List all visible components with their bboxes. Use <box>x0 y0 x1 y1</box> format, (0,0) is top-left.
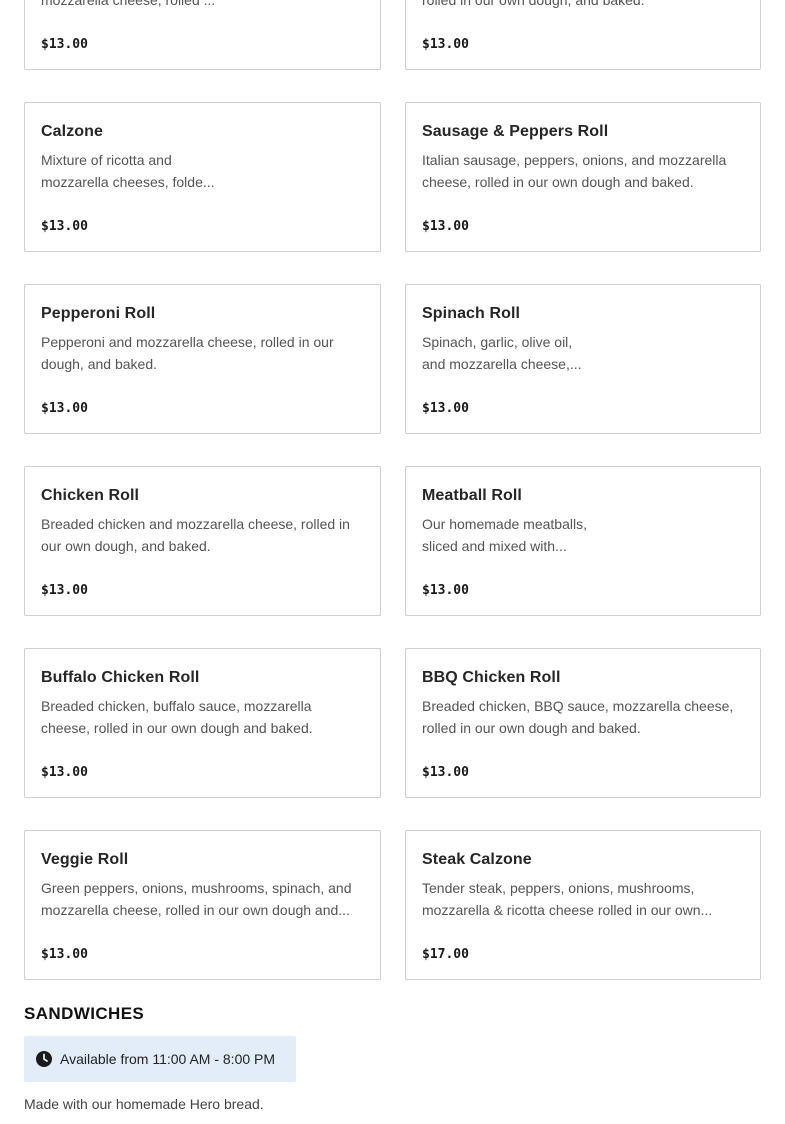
menu-item-card-calzone[interactable]: Calzone Mixture of ricotta and mozzarell… <box>24 102 381 252</box>
menu-item-description: rolled in our own dough, and baked. <box>422 0 645 8</box>
menu-item-card-veggie-roll[interactable]: Veggie Roll Green peppers, onions, mushr… <box>24 830 381 980</box>
availability-text: Available from 11:00 AM - 8:00 PM <box>60 1051 276 1067</box>
menu-item-card[interactable]: rolled in our own dough, and baked. $13.… <box>405 0 761 70</box>
menu-item-name: Veggie Roll <box>41 851 129 868</box>
menu-item-description: Breaded chicken, buffalo sauce, mozzarel… <box>41 698 313 736</box>
menu-item-description: Pepperoni and mozzarella cheese, rolled … <box>41 334 334 372</box>
menu-item-description: Spinach, garlic, olive oil, and mozzarel… <box>422 334 582 372</box>
menu-item-price: $13.00 <box>422 765 469 780</box>
menu-item-description: Mixture of ricotta and mozzarella cheese… <box>41 152 215 190</box>
section-description: Made with our homemade Hero bread. <box>24 1096 264 1112</box>
menu-item-name: Sausage & Peppers Roll <box>422 123 609 140</box>
menu-item-card-meatball-roll[interactable]: Meatball Roll Our homemade meatballs, sl… <box>405 466 761 616</box>
availability-banner: Available from 11:00 AM - 8:00 PM <box>24 1036 296 1082</box>
menu-item-price: $13.00 <box>41 947 88 962</box>
menu-item-name: Spinach Roll <box>422 305 521 322</box>
menu-item-name: Meatball Roll <box>422 487 522 504</box>
menu-item-price: $13.00 <box>41 583 88 598</box>
section-title-sandwiches: SANDWICHES <box>24 1004 145 1023</box>
menu-item-price: $17.00 <box>422 947 469 962</box>
menu-item-name: Chicken Roll <box>41 487 140 504</box>
menu-item-price: $13.00 <box>41 37 88 52</box>
menu-item-price: $13.00 <box>422 219 469 234</box>
menu-item-card[interactable]: mozzarella cheese, rolled ... $13.00 <box>24 0 381 70</box>
menu-item-description: Tender steak, peppers, onions, mushrooms… <box>422 880 713 918</box>
menu-item-name: BBQ Chicken Roll <box>422 669 561 686</box>
menu-item-card-spinach-roll[interactable]: Spinach Roll Spinach, garlic, olive oil,… <box>405 284 761 434</box>
menu-item-price: $13.00 <box>422 37 469 52</box>
menu-item-card-pepperoni-roll[interactable]: Pepperoni Roll Pepperoni and mozzarella … <box>24 284 381 434</box>
menu-item-description: Green peppers, onions, mushrooms, spinac… <box>41 880 352 918</box>
menu-item-name: Calzone <box>41 123 104 140</box>
menu-item-price: $13.00 <box>422 401 469 416</box>
menu-item-description: Breaded chicken and mozzarella cheese, r… <box>41 516 350 554</box>
menu-item-card-steak-calzone[interactable]: Steak Calzone Tender steak, peppers, oni… <box>405 830 761 980</box>
menu-item-description: Breaded chicken, BBQ sauce, mozzarella c… <box>422 698 734 736</box>
menu-item-card-sausage-peppers-roll[interactable]: Sausage & Peppers Roll Italian sausage, … <box>405 102 761 252</box>
menu-item-price: $13.00 <box>41 765 88 780</box>
menu-item-price: $13.00 <box>41 219 88 234</box>
menu-item-description: mozzarella cheese, rolled ... <box>41 0 216 8</box>
menu-item-name: Pepperoni Roll <box>41 305 156 322</box>
clock-icon <box>36 1051 52 1067</box>
menu-item-card-bbq-chicken-roll[interactable]: BBQ Chicken Roll Breaded chicken, BBQ sa… <box>405 648 761 798</box>
menu-item-card-chicken-roll[interactable]: Chicken Roll Breaded chicken and mozzare… <box>24 466 381 616</box>
menu-item-card-buffalo-chicken-roll[interactable]: Buffalo Chicken Roll Breaded chicken, bu… <box>24 648 381 798</box>
menu-grid: mozzarella cheese, rolled ... $13.00 rol… <box>0 0 785 1124</box>
menu-item-description: Our homemade meatballs, sliced and mixed… <box>422 516 587 554</box>
menu-item-description: Italian sausage, peppers, onions, and mo… <box>422 152 727 190</box>
menu-item-price: $13.00 <box>422 583 469 598</box>
menu-item-name: Buffalo Chicken Roll <box>41 669 200 686</box>
menu-item-price: $13.00 <box>41 401 88 416</box>
menu-item-name: Steak Calzone <box>422 851 532 868</box>
